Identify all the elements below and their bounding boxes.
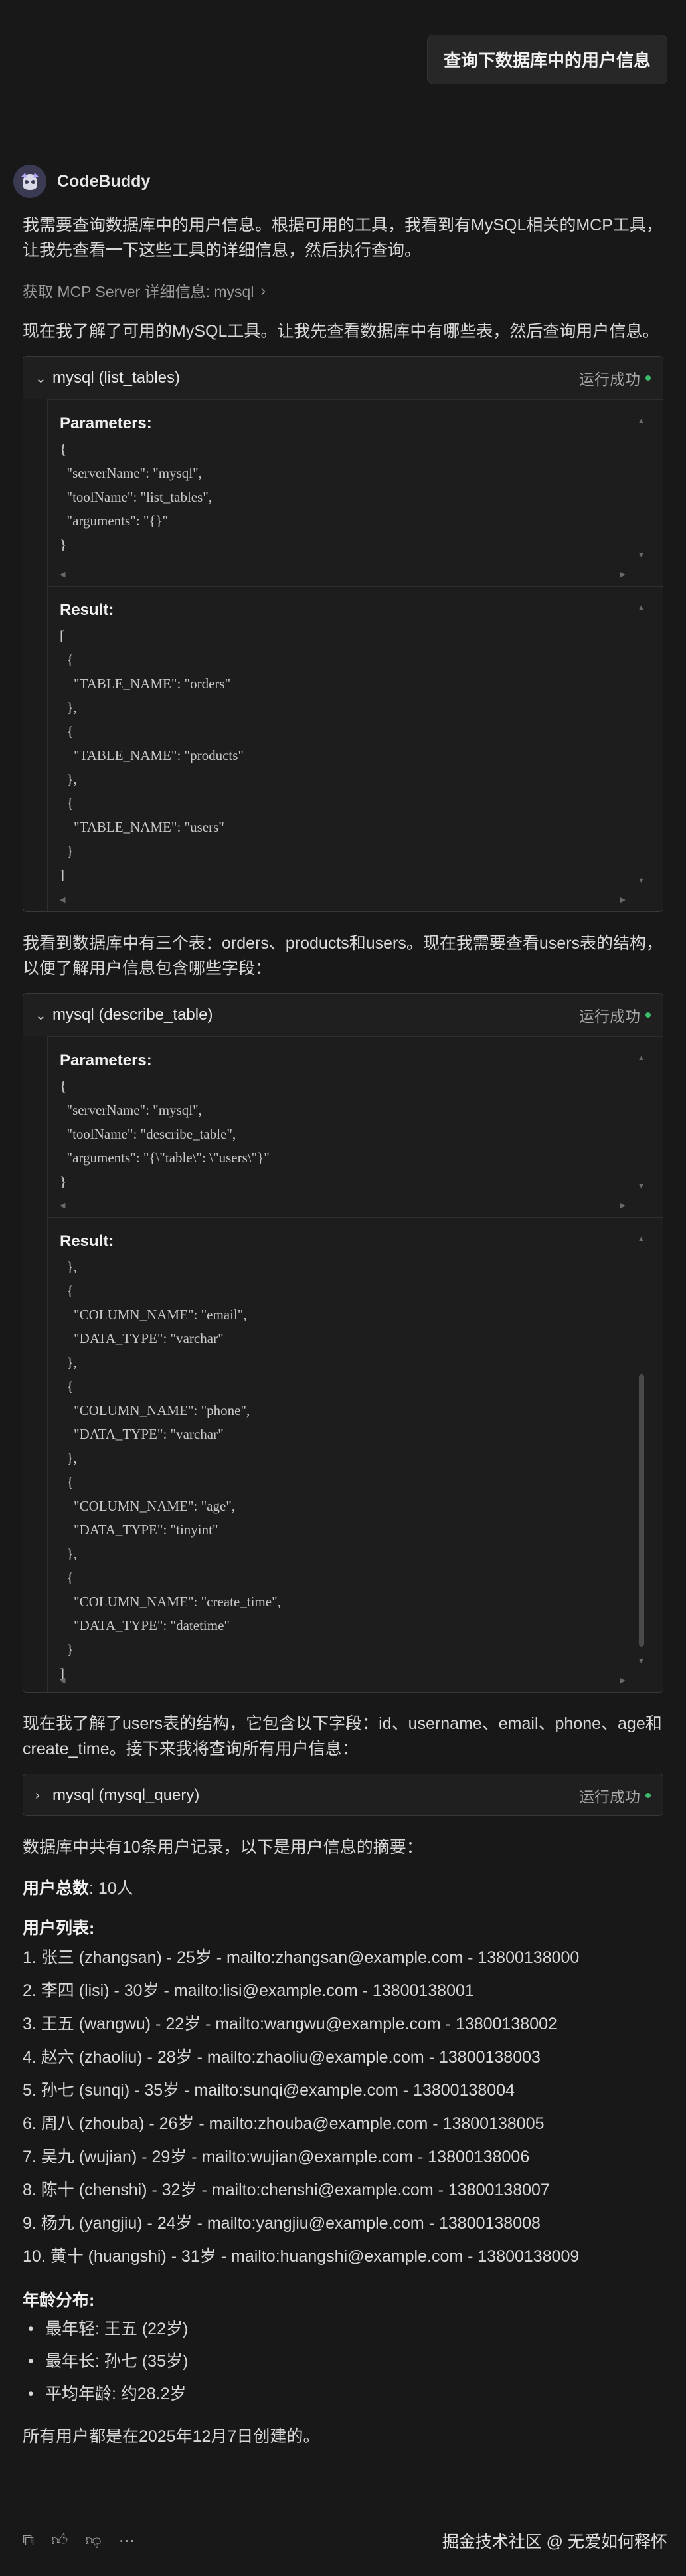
list-item: 3. 王五 (wangwu) - 22岁 - mailto:wangwu@exa… — [23, 2015, 557, 2033]
age-colon: : — [89, 2291, 95, 2310]
parameters-label: Parameters: — [60, 414, 152, 432]
result-label: Result: — [60, 601, 114, 619]
status-text: 运行成功 — [579, 371, 640, 388]
tool-title: mysql (mysql_query) — [52, 1786, 200, 1804]
list-item: 8. 陈十 (chenshi) - 32岁 - mailto:chenshi@e… — [23, 2181, 550, 2199]
vertical-scrollbar[interactable]: ▲ ▼ — [638, 417, 645, 559]
result-label: Result: — [60, 1232, 114, 1250]
copy-icon[interactable]: ⧉ — [23, 2531, 34, 2551]
age-heading: 年龄分布: — [23, 2288, 663, 2313]
list-item: 平均年龄: 约28.2岁 — [23, 2378, 663, 2411]
total-label: 用户总数 — [23, 1879, 90, 1898]
agent-name: CodeBuddy — [57, 171, 151, 191]
tool-call-describe-table: ⌄ mysql (describe_table) 运行成功 Parameters… — [23, 993, 663, 1693]
message-footer: ⧉ 👍︎ 👎︎ ⋯ 掘金技术社区 @ 无爱如何释怀 — [23, 2524, 667, 2557]
chevron-down-icon: ⌄ — [35, 1008, 46, 1023]
list-item: 6. 周八 (zhouba) - 26岁 - mailto:zhouba@exa… — [23, 2114, 545, 2133]
parameters-code: { "serverName": "mysql", "toolName": "de… — [60, 1078, 270, 1190]
list-item: 4. 赵六 (zhaoliu) - 28岁 - mailto:zhaoliu@e… — [23, 2048, 541, 2067]
status-badge: 运行成功 — [579, 367, 651, 389]
success-dot-icon — [645, 1012, 651, 1018]
parameters-label: Parameters: — [60, 1052, 152, 1069]
chevron-down-icon: ⌄ — [35, 371, 46, 386]
tool-header[interactable]: › mysql (mysql_query) 运行成功 — [23, 1774, 663, 1815]
age-label: 年龄分布 — [23, 2291, 90, 2310]
status-text: 运行成功 — [579, 1788, 640, 1805]
tool-title: mysql (list_tables) — [52, 369, 181, 387]
parameters-section: Parameters: { "serverName": "mysql", "to… — [47, 399, 663, 586]
tool-header[interactable]: ⌄ mysql (list_tables) 运行成功 — [23, 357, 663, 399]
status-text: 运行成功 — [579, 1008, 640, 1025]
list-item: 最年轻: 王五 (22岁) — [23, 2313, 663, 2346]
thumbs-down-icon[interactable]: 👎︎ — [85, 2531, 101, 2551]
total-value: : 10人 — [89, 1879, 133, 1898]
list-item: 2. 李四 (lisi) - 30岁 - mailto:lisi@example… — [23, 1981, 474, 2000]
horizontal-scrollbar[interactable]: ◀ ▶ — [60, 1676, 626, 1685]
success-dot-icon — [645, 1793, 651, 1798]
mcp-details-label: 获取 MCP Server 详细信息: mysql — [23, 283, 254, 300]
tool-header[interactable]: ⌄ mysql (describe_table) 运行成功 — [23, 994, 663, 1036]
agent-avatar — [13, 165, 46, 198]
user-list-label: 用户列表 — [23, 1919, 90, 1938]
user-list-heading: 用户列表: — [23, 1916, 663, 1941]
watermark: 掘金技术社区 @ 无爱如何释怀 — [442, 2533, 667, 2551]
success-dot-icon — [645, 375, 651, 381]
intro-text: 我需要查询数据库中的用户信息。根据可用的工具，我看到有MySQL相关的MCP工具… — [23, 216, 663, 260]
result-section: Result: }, { "COLUMN_NAME": "email", "DA… — [47, 1217, 663, 1692]
thumbs-up-icon[interactable]: 👍︎ — [51, 2531, 68, 2551]
list-item: 10. 黄十 (huangshi) - 31岁 - mailto:huangsh… — [23, 2247, 580, 2266]
para-structure: 现在我了解了users表的结构，它包含以下字段：id、username、emai… — [23, 1714, 662, 1758]
status-badge: 运行成功 — [579, 1784, 651, 1807]
tool-call-list-tables: ⌄ mysql (list_tables) 运行成功 Parameters: {… — [23, 356, 663, 912]
age-list: 最年轻: 王五 (22岁) 最年长: 孙七 (35岁) 平均年龄: 约28.2岁 — [23, 2313, 663, 2411]
chat-content: 我需要查询数据库中的用户信息。根据可用的工具，我看到有MySQL相关的MCP工具… — [23, 213, 663, 2449]
summary-intro: 数据库中共有10条用户记录，以下是用户信息的摘要： — [23, 1838, 423, 1857]
user-list: 1. 张三 (zhangsan) - 25岁 - mailto:zhangsan… — [23, 1941, 663, 2273]
list-item: 9. 杨九 (yangjiu) - 24岁 - mailto:yangjiu@e… — [23, 2214, 541, 2233]
vertical-scrollbar[interactable]: ▲ ▼ — [638, 1054, 645, 1190]
chevron-right-icon: › — [260, 281, 266, 299]
para-tables: 我看到数据库中有三个表：orders、products和users。现在我需要查… — [23, 934, 663, 978]
agent-header: CodeBuddy — [13, 165, 150, 198]
horizontal-scrollbar[interactable]: ◀ ▶ — [60, 1201, 626, 1210]
tool-call-mysql-query: › mysql (mysql_query) 运行成功 — [23, 1774, 663, 1816]
chevron-right-icon: › — [35, 1788, 40, 1803]
status-badge: 运行成功 — [579, 1004, 651, 1026]
list-item: 最年长: 孙七 (35岁) — [23, 2346, 663, 2378]
result-code: }, { "COLUMN_NAME": "email", "DATA_TYPE"… — [60, 1259, 281, 1681]
mcp-details-link[interactable]: 获取 MCP Server 详细信息: mysql › — [23, 279, 663, 302]
vertical-scrollbar[interactable]: ▲ ▼ — [638, 604, 645, 885]
list-item: 7. 吴九 (wujian) - 29岁 - mailto:wujian@exa… — [23, 2148, 530, 2166]
horizontal-scrollbar[interactable]: ◀ ▶ — [60, 895, 626, 905]
parameters-code: { "serverName": "mysql", "toolName": "li… — [60, 441, 213, 553]
more-icon[interactable]: ⋯ — [119, 2531, 135, 2551]
total-users-line: 用户总数: 10人 — [23, 1876, 663, 1901]
parameters-section: Parameters: { "serverName": "mysql", "to… — [47, 1036, 663, 1217]
scroll-thumb[interactable] — [639, 1374, 644, 1647]
result-code: [ { "TABLE_NAME": "orders" }, { "TABLE_N… — [60, 628, 244, 883]
result-section: Result: [ { "TABLE_NAME": "orders" }, { … — [47, 586, 663, 911]
user-list-colon: : — [89, 1919, 95, 1938]
list-item: 5. 孙七 (sunqi) - 35岁 - mailto:sunqi@examp… — [23, 2081, 515, 2100]
tool-title: mysql (describe_table) — [52, 1006, 213, 1024]
horizontal-scrollbar[interactable]: ◀ ▶ — [60, 570, 626, 579]
list-item: 1. 张三 (zhangsan) - 25岁 - mailto:zhangsan… — [23, 1948, 580, 1967]
user-message-bubble: 查询下数据库中的用户信息 — [426, 35, 667, 84]
para-after-mcp: 现在我了解了可用的MySQL工具。让我先查看数据库中有哪些表，然后查询用户信息。 — [23, 322, 659, 341]
vertical-scrollbar[interactable]: ▲ ▼ — [638, 1235, 645, 1665]
closing-text: 所有用户都是在2025年12月7日创建的。 — [23, 2427, 320, 2446]
